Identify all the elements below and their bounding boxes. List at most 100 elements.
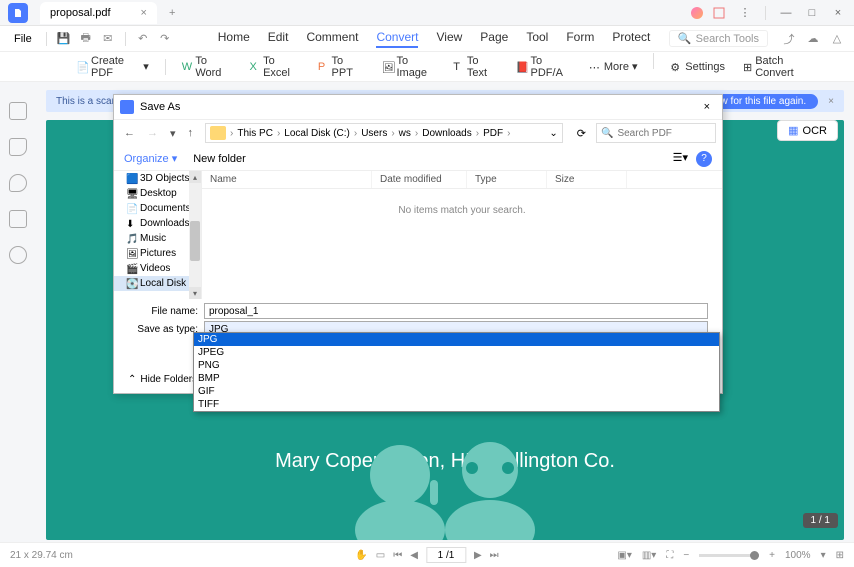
- search-tools[interactable]: 🔍 Search Tools: [669, 30, 768, 47]
- tree-item[interactable]: 🎬Videos: [114, 261, 201, 276]
- settings-button[interactable]: ⚙Settings: [664, 53, 731, 81]
- tree-scrollbar[interactable]: ▴ ▾: [189, 171, 201, 299]
- new-tab-button[interactable]: +: [163, 7, 181, 19]
- file-menu[interactable]: File: [8, 31, 38, 47]
- scroll-thumb[interactable]: [190, 221, 200, 261]
- dialog-search[interactable]: 🔍: [596, 123, 716, 143]
- breadcrumb-item[interactable]: ws: [399, 128, 411, 139]
- filetype-option[interactable]: JPG: [194, 333, 719, 346]
- ocr-floating-button[interactable]: ▦ OCR: [777, 120, 838, 141]
- breadcrumb-item[interactable]: Downloads: [422, 128, 471, 139]
- scroll-up-icon[interactable]: ▴: [189, 171, 201, 183]
- page-input[interactable]: [426, 547, 466, 563]
- view-options-button[interactable]: ☰▾: [673, 151, 688, 167]
- filetype-option[interactable]: TIFF: [194, 398, 719, 411]
- document-tab[interactable]: proposal.pdf ×: [40, 2, 157, 24]
- folder-tree[interactable]: 🟦3D Objects🖥Desktop📄Documents⬇Downloads🎵…: [114, 171, 202, 299]
- menu-tab-page[interactable]: Page: [480, 30, 508, 48]
- to-image-button[interactable]: 🖼To Image: [375, 53, 441, 81]
- to-pdfa-button[interactable]: 📕To PDF/A: [510, 53, 577, 81]
- prev-page-icon[interactable]: ◀: [410, 550, 418, 561]
- share-icon[interactable]: ⤴: [780, 30, 798, 48]
- menu-tab-home[interactable]: Home: [218, 30, 250, 48]
- up-button[interactable]: ↑: [184, 127, 198, 139]
- breadcrumb-item[interactable]: Users: [361, 128, 387, 139]
- new-folder-button[interactable]: New folder: [193, 153, 246, 165]
- tree-item[interactable]: 🎵Music: [114, 231, 201, 246]
- maximize-button[interactable]: □: [802, 3, 822, 23]
- comments-icon[interactable]: [9, 174, 27, 192]
- search-panel-icon[interactable]: [9, 246, 27, 264]
- view-mode-icon[interactable]: ▣▾: [617, 550, 631, 561]
- redo-icon[interactable]: ↷: [156, 30, 174, 48]
- breadcrumb-item[interactable]: This PC: [237, 128, 273, 139]
- zoom-dropdown-icon[interactable]: ▾: [821, 550, 826, 561]
- menu-tab-tool[interactable]: Tool: [526, 30, 548, 48]
- last-page-icon[interactable]: ⏭: [490, 550, 499, 561]
- refresh-button[interactable]: ⟳: [571, 127, 592, 140]
- mail-icon[interactable]: ✉: [99, 30, 117, 48]
- save-icon[interactable]: 💾: [55, 30, 73, 48]
- dialog-close-button[interactable]: ×: [698, 101, 716, 113]
- to-excel-button[interactable]: XTo Excel: [243, 53, 305, 81]
- menu-tab-view[interactable]: View: [436, 30, 462, 48]
- tree-item[interactable]: 📄Documents: [114, 201, 201, 216]
- user-avatar[interactable]: [691, 7, 703, 19]
- zoom-slider[interactable]: [699, 554, 759, 557]
- tree-item[interactable]: 🖼Pictures: [114, 246, 201, 261]
- cloud-icon[interactable]: ☁: [804, 30, 822, 48]
- breadcrumb-item[interactable]: PDF: [483, 128, 503, 139]
- scroll-down-icon[interactable]: ▾: [189, 287, 201, 299]
- search-input[interactable]: [617, 128, 707, 139]
- print-icon[interactable]: 🖶: [77, 30, 95, 48]
- layout-icon[interactable]: ▥▾: [642, 550, 656, 561]
- filetype-option[interactable]: JPEG: [194, 346, 719, 359]
- filename-input[interactable]: [204, 303, 708, 319]
- select-tool-icon[interactable]: ▭: [376, 550, 385, 561]
- menu-tab-protect[interactable]: Protect: [612, 30, 650, 48]
- minimize-button[interactable]: —: [776, 3, 796, 23]
- first-page-icon[interactable]: ⏮: [393, 550, 402, 561]
- thumbnails-icon[interactable]: [9, 102, 27, 120]
- filetype-option[interactable]: GIF: [194, 385, 719, 398]
- to-ppt-button[interactable]: PTo PPT: [312, 53, 370, 81]
- close-button[interactable]: ×: [828, 3, 848, 23]
- tree-item[interactable]: 🖥Desktop: [114, 186, 201, 201]
- size-column[interactable]: Size: [547, 171, 627, 188]
- breadcrumb-item[interactable]: Local Disk (C:): [284, 128, 350, 139]
- batch-convert-button[interactable]: ⊞Batch Convert: [737, 53, 814, 81]
- address-dropdown-icon[interactable]: ⌄: [549, 128, 557, 139]
- help-icon[interactable]: △: [828, 30, 846, 48]
- more-button[interactable]: ⋯More ▾: [583, 58, 644, 75]
- help-button[interactable]: ?: [696, 151, 712, 167]
- next-page-icon[interactable]: ▶: [474, 550, 482, 561]
- menu-tab-convert[interactable]: Convert: [376, 30, 418, 48]
- menu-tab-form[interactable]: Form: [566, 30, 594, 48]
- close-banner-icon[interactable]: ×: [828, 96, 834, 107]
- hand-tool-icon[interactable]: ✋: [355, 550, 367, 561]
- menu-icon[interactable]: ⋮: [735, 3, 755, 23]
- organize-button[interactable]: Organize ▾: [124, 152, 177, 165]
- type-column[interactable]: Type: [467, 171, 547, 188]
- attachments-icon[interactable]: [9, 210, 27, 228]
- filetype-option[interactable]: PNG: [194, 359, 719, 372]
- to-word-button[interactable]: WTo Word: [176, 53, 238, 81]
- history-dropdown[interactable]: ▾: [166, 127, 180, 140]
- back-button[interactable]: ←: [120, 127, 139, 139]
- tree-item[interactable]: ⬇Downloads: [114, 216, 201, 231]
- hide-folders-button[interactable]: ⌃ Hide Folders: [128, 374, 197, 385]
- fit-icon[interactable]: ⛶: [666, 550, 673, 561]
- bookmarks-icon[interactable]: [9, 138, 27, 156]
- zoom-out-icon[interactable]: −: [683, 550, 689, 561]
- filetype-option[interactable]: BMP: [194, 372, 719, 385]
- zoom-in-icon[interactable]: +: [769, 550, 775, 561]
- menu-tab-edit[interactable]: Edit: [268, 30, 289, 48]
- undo-icon[interactable]: ↶: [134, 30, 152, 48]
- notification-icon[interactable]: [709, 3, 729, 23]
- menu-tab-comment[interactable]: Comment: [306, 30, 358, 48]
- address-bar[interactable]: › This PC›Local Disk (C:)›Users›ws›Downl…: [205, 123, 563, 143]
- to-text-button[interactable]: TTo Text: [447, 53, 503, 81]
- tree-item[interactable]: 🟦3D Objects: [114, 171, 201, 186]
- create-pdf-button[interactable]: 📄Create PDF ▾: [70, 53, 155, 81]
- date-column[interactable]: Date modified: [372, 171, 467, 188]
